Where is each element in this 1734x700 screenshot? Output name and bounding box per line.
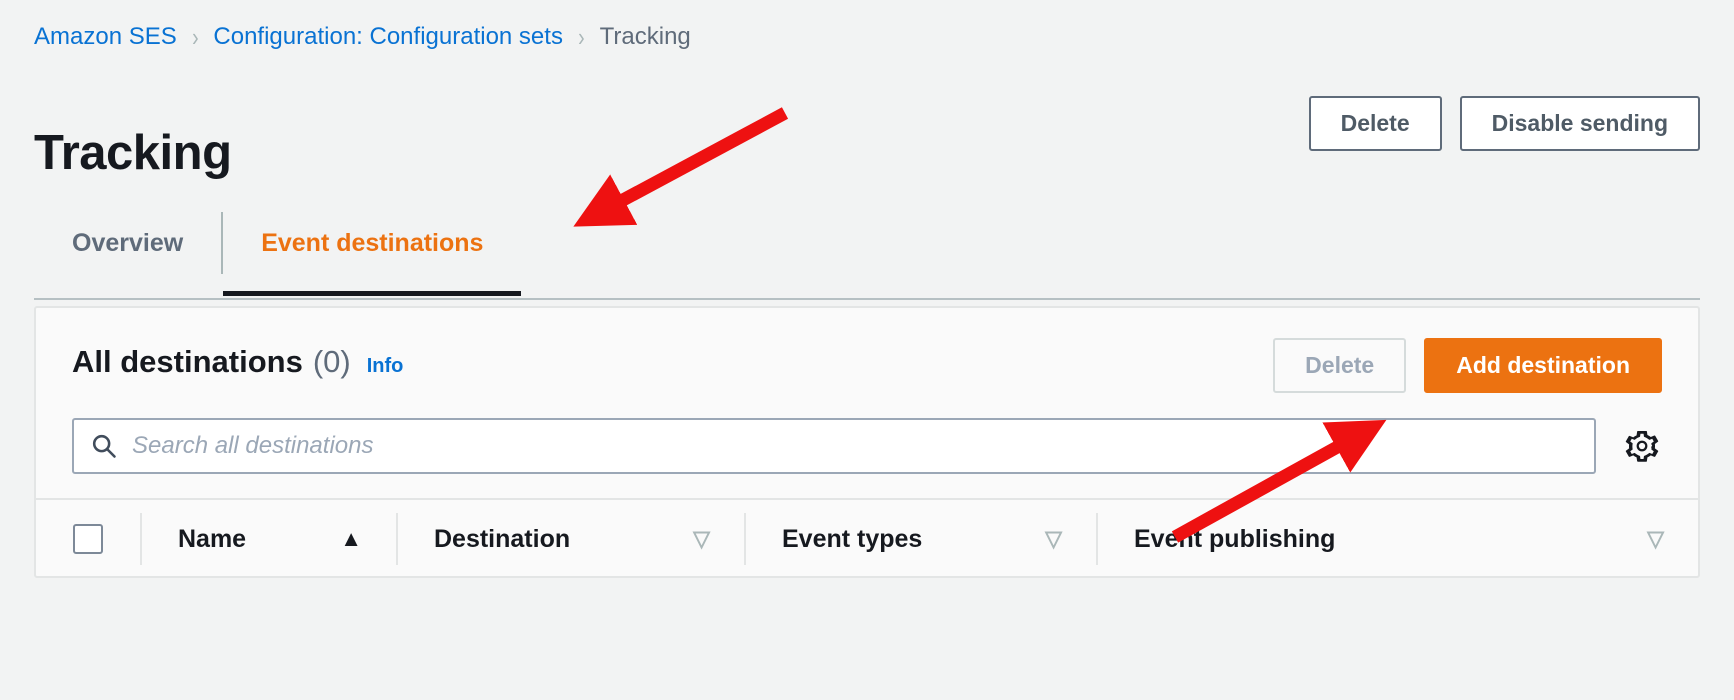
table-column-event-types[interactable]: Event types ▽ — [744, 499, 1096, 579]
table-column-destination-label: Destination — [434, 524, 571, 553]
table-column-destination[interactable]: Destination ▽ — [396, 499, 744, 579]
table-column-name-label: Name — [178, 524, 247, 553]
tab-overview[interactable]: Overview — [34, 190, 221, 296]
card-title-text: All destinations — [72, 344, 303, 379]
tab-event-destinations[interactable]: Event destinations — [223, 190, 522, 296]
breadcrumb-item-amazon-ses[interactable]: Amazon SES — [34, 20, 177, 54]
sort-descending-icon[interactable]: ▽ — [1647, 526, 1664, 552]
column-divider — [1096, 513, 1098, 565]
breadcrumb-separator-icon: › — [191, 22, 199, 52]
column-divider — [744, 513, 746, 565]
tab-bar-underline — [34, 298, 1700, 300]
sort-descending-icon[interactable]: ▽ — [1045, 526, 1062, 552]
delete-button[interactable]: Delete — [1308, 96, 1442, 151]
card-header: All destinations (0) Info Delete Add des… — [36, 308, 1698, 426]
tab-event-destinations-label: Event destinations — [261, 228, 484, 257]
column-divider — [140, 513, 142, 565]
tab-bar: Overview Event destinations — [34, 190, 1700, 300]
checkbox-icon[interactable] — [73, 524, 103, 554]
table-column-event-publishing-label: Event publishing — [1134, 524, 1336, 553]
column-divider — [396, 513, 398, 565]
table-column-event-publishing[interactable]: Event publishing ▽ — [1096, 499, 1698, 579]
page-title: Tracking — [34, 125, 232, 180]
add-destination-button[interactable]: Add destination — [1424, 338, 1662, 393]
table-column-event-types-label: Event types — [782, 524, 923, 553]
breadcrumb-item-tracking: Tracking — [599, 23, 691, 50]
all-destinations-card: All destinations (0) Info Delete Add des… — [34, 306, 1700, 578]
card-actions: Delete Add destination — [1273, 338, 1662, 393]
breadcrumb-separator-icon: › — [578, 22, 585, 52]
breadcrumb-item-configuration-sets[interactable]: Configuration: Configuration sets — [213, 20, 563, 54]
delete-destination-button[interactable]: Delete — [1273, 338, 1407, 393]
info-link[interactable]: Info — [367, 355, 404, 378]
tab-overview-label: Overview — [72, 228, 184, 257]
search-row — [36, 418, 1698, 474]
gear-icon[interactable] — [1622, 426, 1662, 466]
search-box[interactable] — [72, 418, 1596, 474]
search-icon — [90, 432, 118, 460]
destinations-table-header: Name ▲ Destination ▽ Event types ▽ Event… — [36, 498, 1698, 578]
search-input[interactable] — [132, 432, 1578, 460]
card-count: (0) — [312, 344, 351, 379]
page-header-actions: Delete Disable sending — [1308, 96, 1700, 151]
card-title: All destinations (0) Info — [72, 344, 403, 380]
disable-sending-button[interactable]: Disable sending — [1459, 96, 1700, 151]
ses-tracking-page: Amazon SES › Configuration: Configuratio… — [0, 0, 1734, 700]
breadcrumb: Amazon SES › Configuration: Configuratio… — [34, 20, 691, 54]
table-column-name[interactable]: Name ▲ — [140, 499, 396, 579]
table-header-select-all — [36, 499, 140, 579]
sort-descending-icon[interactable]: ▽ — [693, 526, 710, 552]
sort-ascending-icon[interactable]: ▲ — [340, 526, 362, 552]
